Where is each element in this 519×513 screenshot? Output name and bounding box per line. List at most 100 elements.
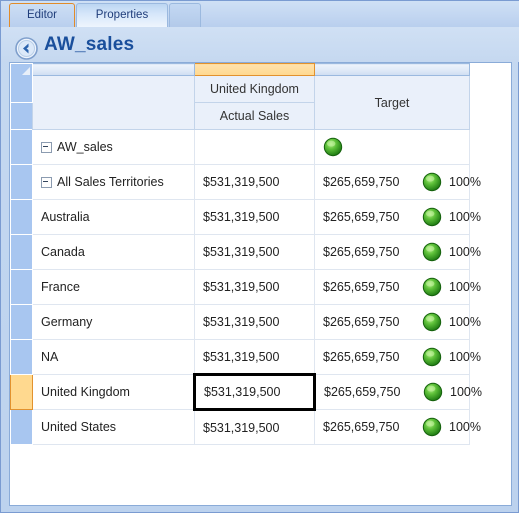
row-label: All Sales Territories bbox=[57, 175, 164, 189]
table-row[interactable]: United Kingdom $531,319,500 $265,659,750 10… bbox=[10, 373, 482, 411]
actual-sales-cell[interactable]: $531,319,500 bbox=[194, 304, 315, 340]
row-label: Canada bbox=[41, 245, 85, 259]
kpi-percent-label: 100% bbox=[449, 280, 481, 294]
back-arrow-icon[interactable] bbox=[14, 36, 39, 61]
actual-sales-cell[interactable]: $531,319,500 bbox=[194, 269, 315, 305]
row-label-cell[interactable]: All Sales Territories bbox=[32, 164, 195, 200]
table-row[interactable]: NA $531,319,500 $265,659,750 100% bbox=[10, 339, 481, 375]
row-selector[interactable] bbox=[10, 269, 33, 305]
header-target: Target bbox=[314, 75, 470, 130]
row-label: NA bbox=[41, 350, 59, 364]
row-label-cell[interactable]: Australia bbox=[32, 199, 195, 235]
row-label: Australia bbox=[41, 210, 90, 224]
row-selector-selected[interactable] bbox=[10, 374, 33, 410]
row-label: United States bbox=[41, 420, 117, 434]
actual-sales-cell[interactable]: $531,319,500 bbox=[194, 409, 315, 445]
row-label: United Kingdom bbox=[41, 385, 130, 399]
target-value: $265,659,750 bbox=[323, 420, 400, 434]
row-label-cell[interactable]: Germany bbox=[32, 304, 195, 340]
target-cell[interactable]: $265,659,750 100% bbox=[314, 374, 482, 410]
collapse-expander-icon[interactable] bbox=[41, 177, 52, 189]
tab-strip-filler bbox=[169, 3, 201, 28]
table-row[interactable]: All Sales Territories $531,319,500 $265,65… bbox=[10, 164, 481, 200]
target-value: $265,659,750 bbox=[324, 385, 401, 399]
actual-sales-cell[interactable]: $531,319,500 bbox=[194, 199, 315, 235]
row-label-cell[interactable]: United Kingdom bbox=[32, 374, 195, 410]
row-label-cell[interactable]: Canada bbox=[32, 234, 195, 270]
header-name-column bbox=[32, 75, 195, 130]
target-cell[interactable]: $265,659,750 100% bbox=[314, 199, 481, 235]
target-cell[interactable]: $265,659,750 100% bbox=[314, 164, 481, 200]
page-title: AW_sales bbox=[44, 34, 135, 55]
kpi-green-indicator-icon bbox=[422, 242, 442, 262]
row-selector[interactable] bbox=[10, 164, 33, 200]
target-cell[interactable]: $265,659,750 100% bbox=[314, 269, 481, 305]
target-cell[interactable]: $265,659,750 100% bbox=[314, 304, 481, 340]
kpi-green-indicator-icon bbox=[422, 417, 442, 437]
select-all-triangle-icon[interactable] bbox=[10, 63, 33, 76]
target-cell[interactable] bbox=[314, 129, 470, 165]
tab-strip: Editor Properties bbox=[1, 1, 519, 28]
column-selector-target[interactable] bbox=[314, 63, 470, 76]
target-value: $265,659,750 bbox=[323, 245, 400, 259]
kpi-percent-label: 100% bbox=[449, 315, 481, 329]
target-value: $265,659,750 bbox=[323, 315, 400, 329]
row-label: AW_sales bbox=[57, 140, 113, 154]
tab-properties[interactable]: Properties bbox=[76, 3, 168, 27]
row-selector[interactable] bbox=[10, 102, 33, 130]
row-selector[interactable] bbox=[10, 339, 33, 375]
kpi-grid: United Kingdom Target Actual Sales AW_sales… bbox=[10, 63, 482, 445]
table-row[interactable]: Canada $531,319,500 $265,659,750 100% bbox=[10, 234, 481, 270]
row-label-cell[interactable]: NA bbox=[32, 339, 195, 375]
row-selector[interactable] bbox=[10, 234, 33, 270]
row-selector[interactable] bbox=[10, 409, 33, 445]
target-value: $265,659,750 bbox=[323, 175, 400, 189]
actual-sales-cell[interactable]: $531,319,500 bbox=[194, 234, 315, 270]
row-selector[interactable] bbox=[10, 129, 33, 165]
kpi-green-indicator-icon bbox=[323, 137, 343, 157]
tab-editor[interactable]: Editor bbox=[9, 3, 75, 27]
kpi-green-indicator-icon bbox=[423, 382, 443, 402]
kpi-green-indicator-icon bbox=[422, 207, 442, 227]
actual-sales-cell[interactable] bbox=[194, 129, 315, 165]
row-selector[interactable] bbox=[10, 199, 33, 235]
row-label: France bbox=[41, 280, 80, 294]
table-row[interactable]: United States $531,319,500 $265,659,750 100… bbox=[10, 409, 481, 445]
kpi-percent-label: 100% bbox=[449, 420, 481, 434]
column-selector-name[interactable] bbox=[32, 63, 195, 76]
column-selector-row bbox=[10, 63, 470, 76]
target-value: $265,659,750 bbox=[323, 210, 400, 224]
row-label-cell[interactable]: AW_sales bbox=[32, 129, 195, 165]
table-row[interactable]: AW_sales bbox=[10, 129, 470, 165]
actual-sales-cell-selected[interactable]: $531,319,500 bbox=[193, 373, 316, 411]
row-selector[interactable] bbox=[10, 75, 33, 103]
table-row[interactable]: Australia $531,319,500 $265,659,750 100% bbox=[10, 199, 481, 235]
kpi-percent-label: 100% bbox=[449, 175, 481, 189]
actual-sales-cell[interactable]: $531,319,500 bbox=[194, 339, 315, 375]
column-selector-actual-sales[interactable] bbox=[194, 63, 315, 76]
kpi-green-indicator-icon bbox=[422, 277, 442, 297]
row-label-cell[interactable]: United States bbox=[32, 409, 195, 445]
kpi-table: United Kingdom Target Actual Sales AW_sales… bbox=[10, 63, 482, 445]
header-actual-sales: Actual Sales bbox=[194, 102, 315, 130]
collapse-expander-icon[interactable] bbox=[41, 142, 52, 154]
target-cell[interactable]: $265,659,750 100% bbox=[314, 234, 481, 270]
row-label-cell[interactable]: France bbox=[32, 269, 195, 305]
target-cell[interactable]: $265,659,750 100% bbox=[314, 339, 481, 375]
target-value: $265,659,750 bbox=[323, 350, 400, 364]
editor-canvas: United Kingdom Target Actual Sales AW_sales… bbox=[9, 62, 512, 506]
kpi-percent-label: 100% bbox=[449, 210, 481, 224]
kpi-green-indicator-icon bbox=[422, 312, 442, 332]
target-value: $265,659,750 bbox=[323, 280, 400, 294]
header-measure-group: United Kingdom bbox=[194, 75, 315, 103]
application-window: Editor Properties AW_sales United Kingdo… bbox=[0, 0, 519, 513]
table-row[interactable]: Germany $531,319,500 $265,659,750 100% bbox=[10, 304, 481, 340]
kpi-green-indicator-icon bbox=[422, 172, 442, 192]
actual-sales-cell[interactable]: $531,319,500 bbox=[194, 164, 315, 200]
kpi-green-indicator-icon bbox=[422, 347, 442, 367]
kpi-percent-label: 100% bbox=[449, 245, 481, 259]
row-selector[interactable] bbox=[10, 304, 33, 340]
table-row[interactable]: France $531,319,500 $265,659,750 100% bbox=[10, 269, 481, 305]
kpi-percent-label: 100% bbox=[450, 385, 482, 399]
target-cell[interactable]: $265,659,750 100% bbox=[314, 409, 481, 445]
